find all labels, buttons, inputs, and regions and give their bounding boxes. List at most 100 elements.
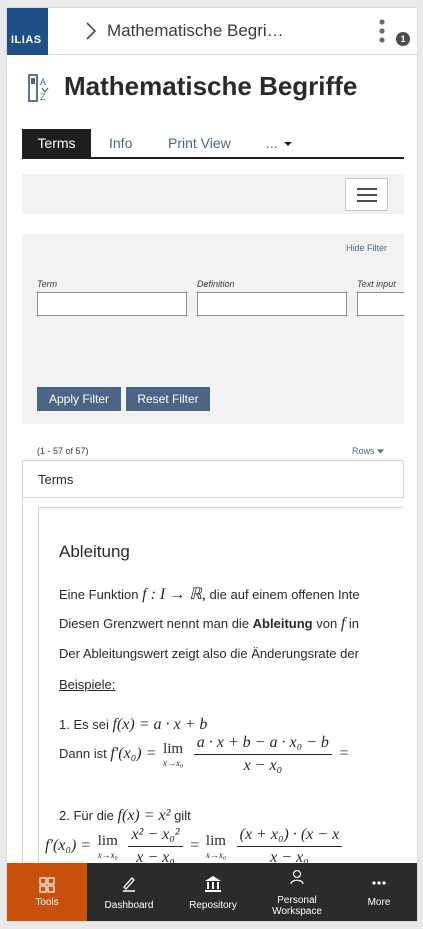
hamburger-menu-button[interactable] (345, 178, 388, 211)
nav-repository[interactable]: Repository (171, 863, 255, 921)
tab-terms[interactable]: Terms (22, 129, 91, 158)
definition-line: Der Ableitungswert zeigt also die Änderu… (59, 646, 359, 661)
formula-span: f′(x₀) = (45, 836, 92, 854)
example-formula: f′(x₀) = lim x→x₀ x² − x₀² x − x₀ = lim … (45, 826, 346, 867)
page-title: Mathematische Begriffe (64, 71, 358, 101)
text-span: Dann ist (59, 745, 107, 761)
dashboard-icon (123, 877, 135, 892)
formula-span: = (190, 836, 200, 854)
example-line: 2. Für die f(x) = x² gilt (59, 807, 191, 825)
text-span: gilt (174, 808, 191, 823)
denominator: x − x₀ (243, 757, 283, 774)
toolbar (22, 174, 404, 214)
example-line: 1. Es sei f(x) = a · x + b (59, 716, 207, 734)
filter-text-input[interactable] (357, 292, 404, 316)
breadcrumb[interactable]: Mathematische Begri… (107, 21, 284, 41)
nav-label: Dashboard (104, 900, 154, 911)
glossary-icon: A Z (28, 74, 49, 102)
formula-span: f′(x₀) = (110, 744, 157, 762)
caret-down-icon (377, 449, 385, 454)
nav-label: More (367, 897, 391, 908)
formula-span: f : I → ℝ, (142, 586, 206, 603)
nav-tools[interactable]: Tools (7, 863, 87, 921)
formula-span: f (340, 615, 346, 632)
example-formula: Dann ist f′(x₀) = lim x→x₀ a · x + b − a… (59, 734, 349, 775)
hamburger-line (357, 188, 377, 190)
notification-badge[interactable]: 1 (396, 32, 410, 46)
hamburger-line (357, 200, 377, 202)
bottom-navigation: Tools Dashboard Repository Personal Work… (7, 863, 417, 921)
term-entry-card: Ableitung Eine Funktion f : I → ℝ, die a… (38, 507, 404, 867)
lim-text: lim (205, 833, 226, 849)
definition-line: Diesen Grenzwert nennt man die Ableitung… (59, 615, 359, 633)
kebab-menu-icon[interactable] (379, 19, 385, 43)
limit: lim x→x₀ (206, 833, 226, 860)
text-span: die auf einem offenen Inte (209, 587, 360, 602)
tab-info[interactable]: Info (109, 129, 132, 158)
fraction: x² − x₀² x − x₀ (128, 826, 183, 867)
tab-bar: Terms Info Print View ... (22, 129, 404, 159)
tab-more-label: ... (266, 135, 278, 151)
table-header: Terms (22, 460, 404, 498)
top-bar: ILIAS Mathematische Begri… 1 (7, 8, 417, 55)
examples-heading: Beispiele: (59, 677, 116, 692)
ilias-logo[interactable]: ILIAS (7, 8, 48, 55)
tab-more[interactable]: ... (266, 129, 292, 158)
text-span: 2. Für die (59, 808, 114, 823)
text-span: 1. Es sei (59, 717, 109, 732)
bold-term: Ableitung (252, 616, 313, 631)
lim-text: lim (163, 741, 184, 757)
text-span: Eine Funktion (59, 587, 139, 602)
numerator: x² − x₀² (128, 826, 183, 847)
text-span: von (316, 616, 338, 631)
definition-line: Eine Funktion f : I → ℝ, die auf einem o… (59, 584, 360, 604)
repository-icon (205, 876, 221, 892)
limit: lim x→x₀ (163, 741, 183, 768)
nav-dashboard[interactable]: Dashboard (87, 863, 171, 921)
text-span: Diesen Grenzwert nennt man die (59, 616, 250, 631)
more-icon (372, 881, 386, 885)
hide-filter-link[interactable]: Hide Filter (346, 243, 387, 253)
result-count: (1 - 57 of 57) (37, 446, 89, 456)
lim-subscript: x→x₀ (97, 850, 118, 860)
filter-label-text-input: Text input (357, 279, 396, 289)
filter-term-input[interactable] (37, 292, 187, 316)
text-span: in (348, 616, 360, 631)
lim-text: lim (97, 833, 118, 849)
tab-print-view[interactable]: Print View (168, 129, 231, 158)
filter-panel: Hide Filter Term Definition Text input A… (22, 234, 404, 424)
lim-subscript: x→x₀ (163, 758, 184, 768)
nav-label: Personal Workspace (272, 895, 322, 917)
chevron-right-icon (86, 22, 97, 40)
numerator: a · x + b − a · x₀ − b (193, 734, 332, 755)
hamburger-line (357, 194, 377, 196)
apply-filter-button[interactable]: Apply Filter (37, 387, 121, 411)
fraction: a · x + b − a · x₀ − b x − x₀ (193, 734, 332, 775)
term-title: Ableitung (59, 542, 130, 561)
logo-text: ILIAS (11, 34, 42, 46)
formula-span: = (339, 744, 349, 762)
nav-personal-workspace[interactable]: Personal Workspace (255, 863, 339, 921)
column-header-terms[interactable]: Terms (38, 472, 73, 487)
filter-label-definition: Definition (197, 279, 235, 289)
svg-text:Z: Z (40, 92, 46, 102)
numerator: (x + x₀) · (x − x (236, 826, 343, 847)
caret-down-icon (283, 142, 292, 147)
filter-definition-input[interactable] (197, 292, 347, 316)
reset-filter-button[interactable]: Reset Filter (126, 387, 210, 411)
rows-label: Rows (352, 446, 375, 456)
limit: lim x→x₀ (98, 833, 118, 860)
formula-span: f(x) = x² (117, 807, 171, 824)
filter-label-term: Term (37, 279, 58, 289)
nav-more[interactable]: More (339, 863, 417, 921)
rows-dropdown[interactable]: Rows (352, 446, 385, 456)
fraction: (x + x₀) · (x − x x − x₀ (236, 826, 343, 867)
person-icon (290, 869, 304, 885)
nav-label: Repository (189, 900, 237, 911)
lim-subscript: x→x₀ (205, 850, 226, 860)
grid-icon (39, 877, 55, 893)
app-frame: ILIAS Mathematische Begri… 1 A Z Mathema… (6, 7, 418, 922)
table-body: Ableitung Eine Funktion f : I → ℝ, die a… (22, 497, 404, 867)
svg-text:A: A (40, 77, 46, 87)
nav-label: Tools (35, 897, 59, 908)
